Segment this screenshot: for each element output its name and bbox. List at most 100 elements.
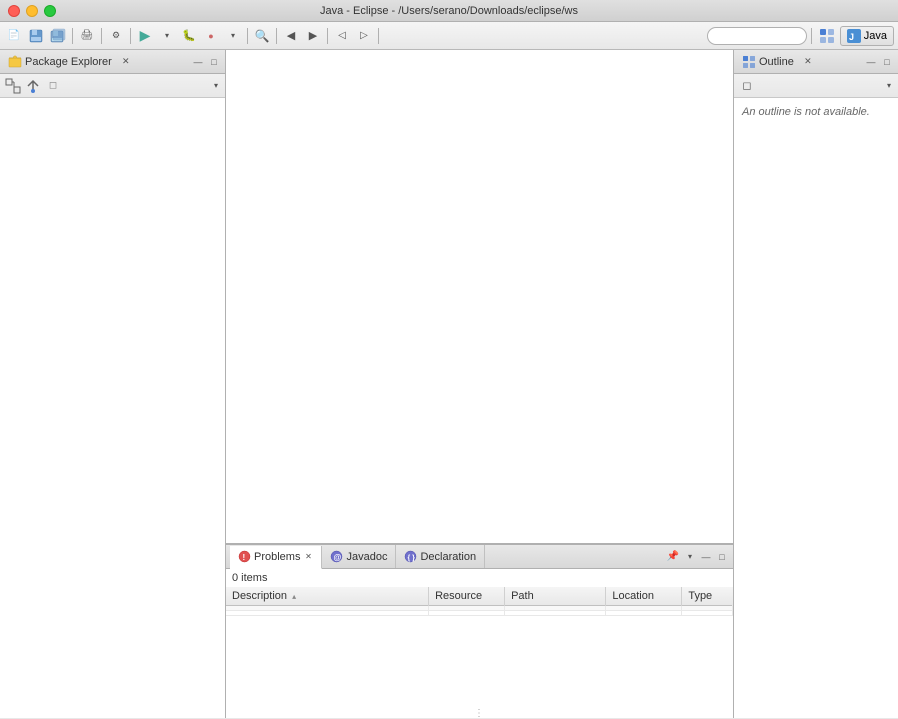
outline-minimize-btn[interactable]: — bbox=[864, 55, 878, 69]
javadoc-tab[interactable]: @ Javadoc bbox=[322, 545, 396, 568]
outline-message: An outline is not available. bbox=[734, 98, 898, 126]
declaration-tab[interactable]: { } Declaration bbox=[396, 545, 485, 568]
back-button[interactable]: ◁ bbox=[332, 26, 352, 46]
panel-dropdown-arrow[interactable]: ▾ bbox=[211, 81, 221, 91]
javadoc-tab-label: Javadoc bbox=[346, 551, 387, 563]
bottom-content: 0 items Description ▴ Resource bbox=[226, 569, 733, 708]
package-explorer-toolbar: ◻ ▾ bbox=[0, 74, 225, 98]
run-config-button[interactable]: ● bbox=[201, 26, 221, 46]
col-resource[interactable]: Resource bbox=[429, 587, 505, 606]
outline-panel: Outline ✕ — □ ◻ ▾ An outline is not avai… bbox=[733, 50, 898, 718]
outline-maximize-btn[interactable]: □ bbox=[880, 55, 894, 69]
table-row bbox=[226, 611, 733, 616]
problems-tab-icon: ! bbox=[238, 550, 251, 563]
new-button[interactable]: 📄 bbox=[4, 26, 24, 46]
package-explorer-panel: Package Explorer ✕ — □ bbox=[0, 50, 226, 718]
search-input[interactable] bbox=[707, 27, 807, 45]
col-type[interactable]: Type bbox=[682, 587, 733, 606]
outline-view-btn[interactable]: ◻ bbox=[738, 77, 756, 95]
drag-indicator: ⋮ bbox=[226, 708, 733, 718]
search-button[interactable]: 🔍 bbox=[252, 26, 272, 46]
editor-area: ! Problems ✕ @ Javadoc bbox=[226, 50, 733, 718]
outline-dropdown[interactable]: ▾ bbox=[884, 81, 894, 91]
close-button[interactable] bbox=[8, 5, 20, 17]
sep4 bbox=[247, 28, 248, 44]
title-bar: Java - Eclipse - /Users/serano/Downloads… bbox=[0, 0, 898, 22]
bottom-maximize-btn[interactable]: □ bbox=[715, 550, 729, 564]
declaration-tab-icon: { } bbox=[404, 550, 417, 563]
outline-tab-icon bbox=[742, 55, 756, 69]
package-explorer-controls: — □ bbox=[191, 55, 221, 69]
bottom-tabs: ! Problems ✕ @ Javadoc bbox=[226, 545, 733, 569]
items-count: 0 items bbox=[226, 569, 733, 587]
package-explorer-header: Package Explorer ✕ — □ bbox=[0, 50, 225, 74]
perspective-label: Java bbox=[864, 30, 887, 42]
bottom-dropdown-btn[interactable]: ▾ bbox=[683, 550, 697, 564]
outline-content: An outline is not available. bbox=[734, 98, 898, 718]
problems-table: Description ▴ Resource Path bbox=[226, 587, 733, 616]
link-with-editor-btn[interactable] bbox=[24, 77, 42, 95]
sep8 bbox=[811, 28, 812, 44]
outline-toolbar: ◻ ▾ bbox=[734, 74, 898, 98]
save-all-button[interactable] bbox=[48, 26, 68, 46]
problems-tab[interactable]: ! Problems ✕ bbox=[230, 546, 322, 569]
traffic-lights bbox=[8, 5, 56, 17]
sep7 bbox=[378, 28, 379, 44]
outline-header: Outline ✕ — □ bbox=[734, 50, 898, 74]
debug-button[interactable]: 🐛 bbox=[179, 26, 199, 46]
svg-text:@: @ bbox=[334, 553, 342, 562]
main-layout: Package Explorer ✕ — □ bbox=[0, 50, 898, 718]
svg-text:!: ! bbox=[243, 553, 246, 562]
package-explorer-content bbox=[0, 98, 225, 718]
java-perspective-button[interactable]: J Java bbox=[840, 26, 894, 46]
javadoc-tab-icon: @ bbox=[330, 550, 343, 563]
bottom-pin-btn[interactable]: 📌 bbox=[665, 549, 681, 565]
open-perspective-button[interactable] bbox=[816, 25, 838, 47]
package-explorer-label: Package Explorer bbox=[25, 56, 112, 68]
sep6 bbox=[327, 28, 328, 44]
package-explorer-tab-icon bbox=[8, 55, 22, 69]
maximize-button[interactable] bbox=[44, 5, 56, 17]
bottom-area: ! Problems ✕ @ Javadoc bbox=[226, 543, 733, 718]
refactor-button[interactable]: ⚙ bbox=[106, 26, 126, 46]
bottom-controls: 📌 ▾ — □ bbox=[665, 549, 729, 565]
problems-tab-close[interactable]: ✕ bbox=[303, 552, 313, 562]
java-perspective-icon: J bbox=[847, 29, 861, 43]
description-sort-arrow: ▴ bbox=[292, 592, 296, 601]
bottom-minimize-btn[interactable]: — bbox=[699, 550, 713, 564]
run-button[interactable]: ▶ bbox=[135, 26, 155, 46]
forward-button[interactable]: ▷ bbox=[354, 26, 374, 46]
minimize-button[interactable] bbox=[26, 5, 38, 17]
declaration-tab-label: Declaration bbox=[420, 551, 476, 563]
next-edit-button[interactable]: ▶ bbox=[303, 26, 323, 46]
sep1 bbox=[72, 28, 73, 44]
sep5 bbox=[276, 28, 277, 44]
outline-tab-label: Outline bbox=[759, 56, 794, 68]
svg-text:J: J bbox=[849, 32, 854, 42]
print-button[interactable]: 🖨 bbox=[77, 26, 97, 46]
outline-tab[interactable]: Outline bbox=[738, 53, 798, 71]
package-explorer-close[interactable]: ✕ bbox=[120, 56, 132, 68]
outline-close[interactable]: ✕ bbox=[802, 56, 814, 68]
svg-text:{ }: { } bbox=[408, 555, 416, 562]
run-dropdown[interactable]: ▾ bbox=[157, 26, 177, 46]
col-description[interactable]: Description ▴ bbox=[226, 587, 429, 606]
minimize-panel-btn[interactable]: — bbox=[191, 55, 205, 69]
problems-tab-label: Problems bbox=[254, 551, 300, 563]
editor-main[interactable] bbox=[226, 50, 733, 543]
run-config-dropdown[interactable]: ▾ bbox=[223, 26, 243, 46]
sep2 bbox=[101, 28, 102, 44]
col-path[interactable]: Path bbox=[505, 587, 606, 606]
save-button[interactable] bbox=[26, 26, 46, 46]
col-location[interactable]: Location bbox=[606, 587, 682, 606]
outline-controls: — □ bbox=[864, 55, 894, 69]
right-container: ! Problems ✕ @ Javadoc bbox=[226, 50, 898, 718]
maximize-panel-btn[interactable]: □ bbox=[207, 55, 221, 69]
package-explorer-tab[interactable]: Package Explorer bbox=[4, 53, 116, 71]
prev-edit-button[interactable]: ◀ bbox=[281, 26, 301, 46]
collapse-all-btn[interactable] bbox=[4, 77, 22, 95]
main-toolbar: 📄 🖨 ⚙ ▶ ▾ 🐛 ● ▾ 🔍 ◀ ▶ ◁ ▷ bbox=[0, 22, 898, 50]
window-title: Java - Eclipse - /Users/serano/Downloads… bbox=[320, 5, 578, 17]
sep3 bbox=[130, 28, 131, 44]
view-menu-btn[interactable]: ◻ bbox=[44, 77, 62, 95]
